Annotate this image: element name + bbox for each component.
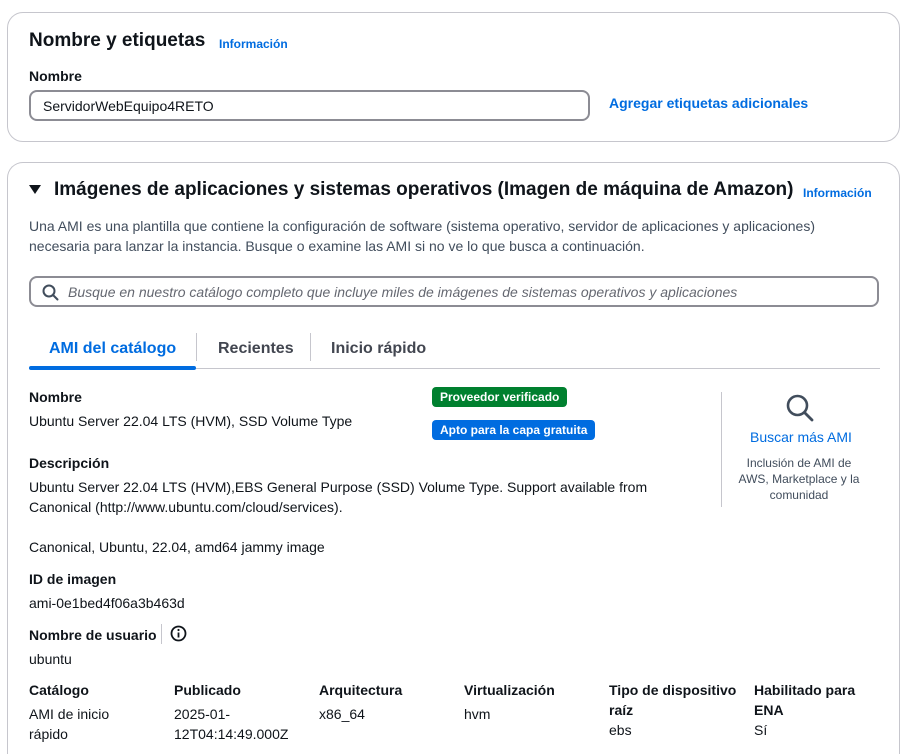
detail-architecture: Arquitectura x86_64 <box>319 680 459 724</box>
magnifier-icon <box>786 394 814 422</box>
ami-description-value-line1: Ubuntu Server 22.04 LTS (HVM),EBS Genera… <box>29 479 648 495</box>
name-and-tags-panel: Nombre y etiquetas Información Nombre Ag… <box>7 12 900 142</box>
ami-description-label: Descripción <box>29 455 110 471</box>
detail-label: ENA <box>754 702 784 718</box>
detail-label: Tipo de dispositivo <box>609 682 737 698</box>
username-label: Nombre de usuario <box>29 627 157 643</box>
detail-value: x86_64 <box>319 706 365 722</box>
image-id-value: ami-0e1bed4f06a3b463d <box>29 595 185 611</box>
detail-value: 12T04:14:49.000Z <box>174 726 289 742</box>
ami-section-description: Una AMI es una plantilla que contiene la… <box>29 216 869 256</box>
detail-value: 2025-01- <box>174 706 231 722</box>
tab-recent[interactable]: Recientes <box>218 331 294 369</box>
active-tab-indicator <box>29 366 196 370</box>
info-circle-icon[interactable] <box>170 625 187 642</box>
tab-quick-start[interactable]: Inicio rápido <box>331 331 426 369</box>
detail-value: rápido <box>29 726 68 742</box>
detail-label: Virtualización <box>464 682 555 698</box>
detail-value: Sí <box>754 722 768 738</box>
detail-label: Arquitectura <box>319 682 403 698</box>
ami-name-value: Ubuntu Server 22.04 LTS (HVM), SSD Volum… <box>29 413 353 429</box>
ami-search-input[interactable]: Busque en nuestro catálogo completo que … <box>29 276 879 307</box>
tab-divider <box>310 333 311 361</box>
search-more-ami-link[interactable]: Buscar más AMI <box>750 429 852 445</box>
search-more-desc-line2: AWS, Marketplace y la <box>738 472 860 486</box>
detail-value: AMI de inicio <box>29 706 110 722</box>
detail-virtualization: Virtualización hvm <box>464 680 604 724</box>
detail-label: Habilitado para <box>754 682 856 698</box>
name-and-tags-title: Nombre y etiquetas <box>29 30 206 51</box>
detail-catalog: Catálogo AMI de inicio rápido <box>29 680 169 744</box>
name-label: Nombre <box>29 68 82 84</box>
collapse-caret-icon[interactable] <box>29 185 41 194</box>
detail-published: Publicado 2025-01- 12T04:14:49.000Z <box>174 680 314 744</box>
ami-info-link[interactable]: Información <box>803 186 872 200</box>
search-icon <box>42 284 59 301</box>
ami-description-line2: necesaria para lanzar la instancia. Busq… <box>29 238 645 254</box>
tab-divider <box>196 333 197 361</box>
detail-value: hvm <box>464 706 491 722</box>
search-more-desc-line1: Inclusión de AMI de <box>746 456 852 470</box>
name-and-tags-info-link[interactable]: Información <box>219 37 288 51</box>
search-placeholder: Busque en nuestro catálogo completo que … <box>68 284 738 300</box>
detail-root-device-type: Tipo de dispositivo raíz ebs <box>609 680 749 740</box>
ami-description-value-line3: Canonical, Ubuntu, 22.04, amd64 jammy im… <box>29 539 325 555</box>
detail-ena-enabled: Habilitado para ENA Sí <box>754 680 894 740</box>
tab-ami-catalog[interactable]: AMI del catálogo <box>49 331 176 369</box>
detail-label: Catálogo <box>29 682 89 698</box>
username-label-divider <box>161 624 162 644</box>
search-more-divider <box>721 392 722 507</box>
free-tier-badge: Apto para la capa gratuita <box>432 420 596 440</box>
image-id-label: ID de imagen <box>29 571 117 587</box>
detail-label: raíz <box>609 702 634 718</box>
username-value: ubuntu <box>29 651 72 667</box>
ami-description-value-line2: Canonical (http://www.ubuntu.com/cloud/s… <box>29 499 343 515</box>
ami-panel: Imágenes de aplicaciones y sistemas oper… <box>7 162 900 754</box>
ami-section-title: Imágenes de aplicaciones y sistemas oper… <box>54 179 794 200</box>
search-more-desc-line3: comunidad <box>769 488 829 502</box>
detail-value: ebs <box>609 722 632 738</box>
verified-provider-badge: Proveedor verificado <box>432 387 568 407</box>
ami-name-label: Nombre <box>29 389 82 405</box>
ami-description-line1: Una AMI es una plantilla que contiene la… <box>29 218 815 234</box>
add-tags-link[interactable]: Agregar etiquetas adicionales <box>609 95 808 111</box>
detail-label: Publicado <box>174 682 241 698</box>
ami-tabs: AMI del catálogo Recientes Inicio rápido <box>29 331 880 370</box>
name-input[interactable] <box>29 90 590 121</box>
